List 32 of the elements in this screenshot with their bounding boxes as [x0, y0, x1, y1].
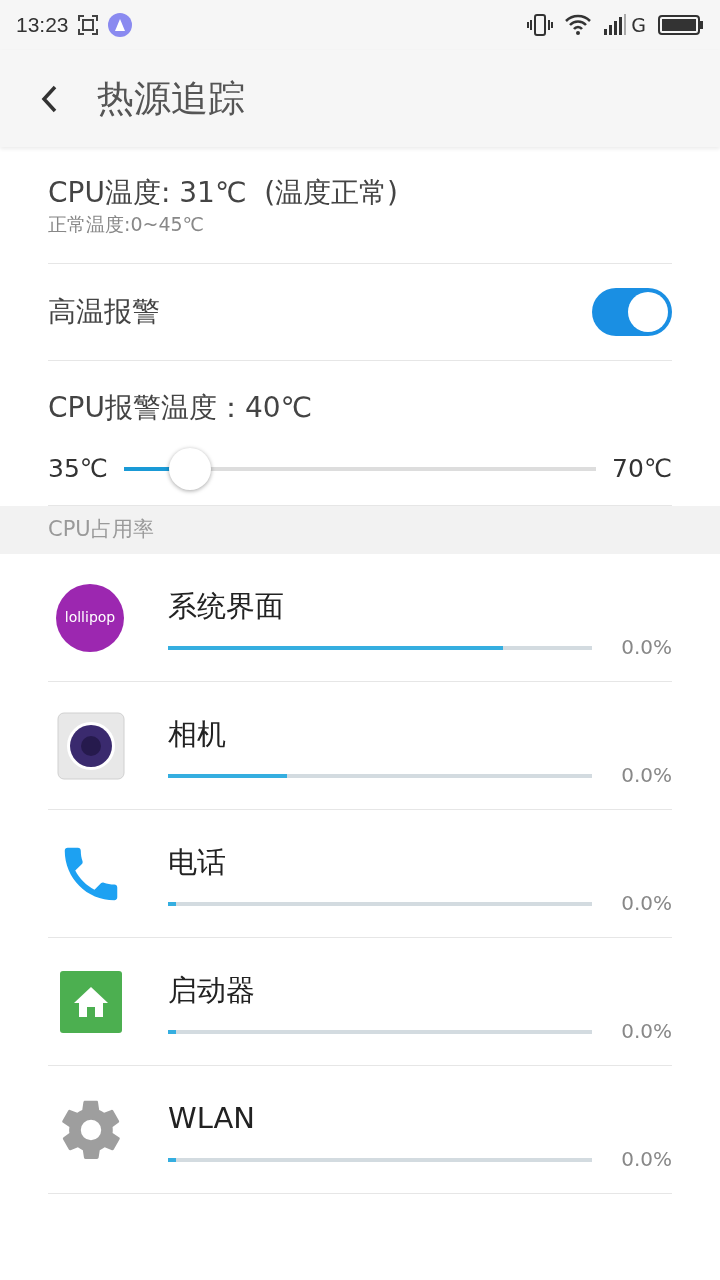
alarm-label: 高温报警 — [48, 294, 160, 330]
usage-value: 0.0% — [621, 1017, 672, 1045]
cpu-temperature: CPU温度: 31℃ (温度正常) — [48, 175, 399, 211]
page-title: 热源追踪 — [97, 75, 245, 122]
screenshot-icon — [76, 14, 99, 36]
app-name: 启动器 — [168, 971, 256, 1009]
usage-value: 0.0% — [621, 761, 672, 789]
slider-min-label: 35℃ — [48, 453, 108, 486]
usage-value: 0.0% — [621, 633, 672, 661]
slider-max-label: 70℃ — [612, 453, 672, 486]
camera-icon — [56, 710, 126, 781]
alarm-switch[interactable] — [592, 288, 672, 336]
battery-icon — [658, 14, 704, 36]
network-type: G — [631, 12, 646, 38]
slider-thumb[interactable] — [169, 448, 211, 490]
vibrate-icon — [527, 13, 554, 37]
alarm-temperature-label: CPU报警温度：40℃ — [48, 390, 313, 426]
app-name: 相机 — [168, 715, 227, 753]
usage-value: 0.0% — [621, 889, 672, 917]
wifi-icon — [565, 14, 592, 36]
usage-value: 0.0% — [621, 1145, 672, 1173]
signal-icon — [603, 14, 628, 36]
app-icon: lollipop — [56, 583, 124, 652]
normal-range-text: 正常温度:0~45℃ — [48, 212, 205, 237]
app-notification-icon — [106, 12, 133, 38]
temperature-slider[interactable] — [123, 447, 597, 491]
section-title: CPU占用率 — [48, 516, 154, 544]
app-name: WLAN — [168, 1099, 257, 1137]
clock: 13:23 — [16, 12, 69, 39]
back-icon — [40, 83, 58, 114]
app-name: 系统界面 — [168, 587, 285, 625]
app-name: 电话 — [168, 843, 227, 881]
